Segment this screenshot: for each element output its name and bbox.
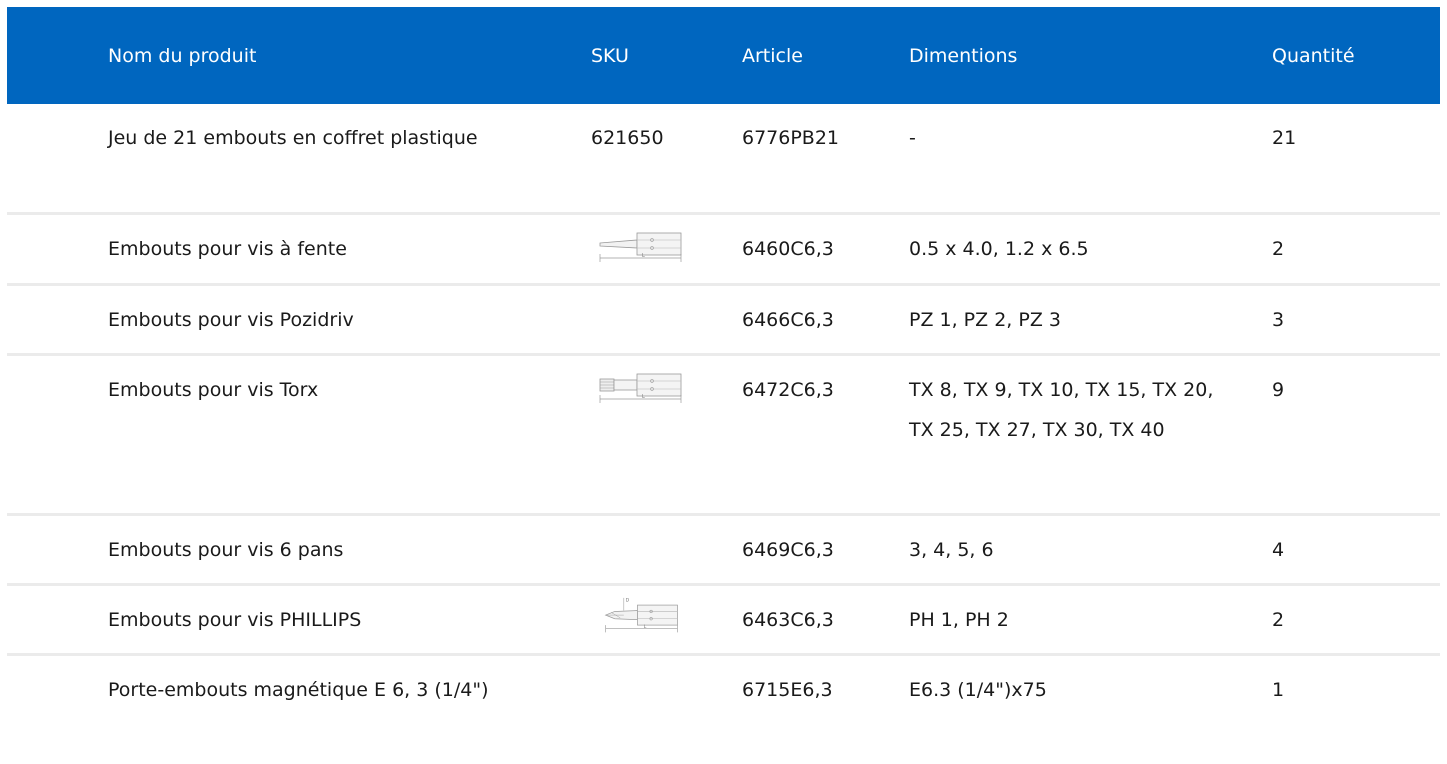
torx-bit-icon: L xyxy=(599,373,682,403)
product-dimensions: E6.3 (1/4")x75 xyxy=(909,679,1047,701)
table-header: Nom du produit SKU Article Dimentions Qu… xyxy=(7,7,1440,104)
diameter-label: D xyxy=(626,597,630,603)
table-row: Jeu de 21 embouts en coffret plastique 6… xyxy=(7,104,1440,215)
table-row: Embouts pour vis 6 pans 6469C6,3 3, 4, 5… xyxy=(7,516,1440,586)
table-row: Embouts pour vis Pozidriv 6466C6,3 PZ 1,… xyxy=(7,286,1440,356)
length-label: L xyxy=(642,394,645,400)
column-header-sku: SKU xyxy=(591,45,629,67)
table-row: Embouts pour vis à fente L 6460C6,3 0.5 … xyxy=(7,215,1440,286)
product-quantity: 1 xyxy=(1272,679,1285,701)
column-header-name: Nom du produit xyxy=(108,45,257,67)
column-header-dimensions: Dimentions xyxy=(909,45,1018,67)
product-name: Embouts pour vis Torx xyxy=(108,379,319,401)
product-quantity: 9 xyxy=(1272,379,1285,401)
product-article: 6776PB21 xyxy=(742,127,840,149)
product-article: 6472C6,3 xyxy=(742,379,834,401)
product-dimensions: 3, 4, 5, 6 xyxy=(909,539,994,561)
product-table: Nom du produit SKU Article Dimentions Qu… xyxy=(7,7,1440,764)
product-article: 6469C6,3 xyxy=(742,539,834,561)
product-sku: 621650 xyxy=(591,127,664,149)
table-row: Porte-embouts magnétique E 6, 3 (1/4") 6… xyxy=(7,656,1440,764)
product-quantity: 2 xyxy=(1272,238,1285,260)
product-dimensions: PZ 1, PZ 2, PZ 3 xyxy=(909,309,1061,331)
table-row: Embouts pour vis Torx L 6472C6,3 TX 8, T… xyxy=(7,356,1440,516)
product-name: Porte-embouts magnétique E 6, 3 (1/4") xyxy=(108,679,489,701)
table-row: Embouts pour vis PHILLIPS D L 6463C6,3 P… xyxy=(7,586,1440,656)
product-name: Jeu de 21 embouts en coffret plastique xyxy=(108,127,478,149)
product-dimensions: TX 8, TX 9, TX 10, TX 15, TX 20, TX 25, … xyxy=(909,379,1214,441)
column-header-article: Article xyxy=(742,45,803,67)
product-article: 6463C6,3 xyxy=(742,609,834,631)
slotted-bit-icon: L xyxy=(599,232,682,262)
product-article: 6715E6,3 xyxy=(742,679,833,701)
product-dimensions: 0.5 x 4.0, 1.2 x 6.5 xyxy=(909,238,1089,260)
product-quantity: 2 xyxy=(1272,609,1285,631)
product-quantity: 4 xyxy=(1272,539,1285,561)
product-quantity: 21 xyxy=(1272,127,1297,149)
phillips-bit-icon: D L xyxy=(604,597,678,633)
product-dimensions: - xyxy=(909,127,916,149)
product-quantity: 3 xyxy=(1272,309,1285,331)
length-label: L xyxy=(642,253,645,259)
product-name: Embouts pour vis PHILLIPS xyxy=(108,609,362,631)
product-name: Embouts pour vis à fente xyxy=(108,238,347,260)
product-name: Embouts pour vis 6 pans xyxy=(108,539,344,561)
product-name: Embouts pour vis Pozidriv xyxy=(108,309,354,331)
product-article: 6460C6,3 xyxy=(742,238,834,260)
product-article: 6466C6,3 xyxy=(742,309,834,331)
column-header-quantity: Quantité xyxy=(1272,45,1355,67)
product-dimensions: PH 1, PH 2 xyxy=(909,609,1009,631)
